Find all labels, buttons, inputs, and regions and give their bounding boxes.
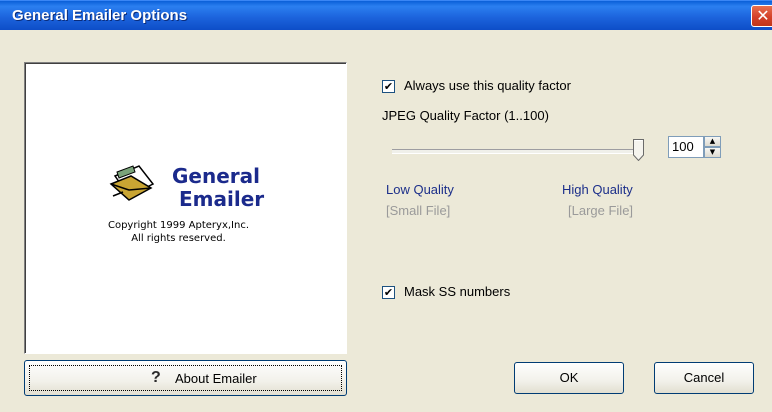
always-quality-checkbox[interactable]: ✔: [382, 80, 395, 93]
quality-value-input[interactable]: 100: [668, 136, 704, 158]
check-icon: ✔: [383, 286, 394, 299]
spin-up-button[interactable]: ▲: [704, 136, 721, 147]
large-file-label: [Large File]: [568, 203, 634, 218]
spin-down-button[interactable]: ▼: [704, 147, 721, 158]
title-bar[interactable]: General Emailer Options ✕: [0, 0, 772, 31]
check-icon: ✔: [383, 80, 394, 93]
help-question-icon: ?: [151, 369, 161, 386]
always-quality-label[interactable]: Always use this quality factor: [404, 78, 571, 93]
mask-ss-label[interactable]: Mask SS numbers: [404, 284, 510, 299]
close-icon: ✕: [756, 6, 770, 25]
rights-text: All rights reserved.: [131, 233, 226, 244]
small-file-label: [Small File]: [386, 203, 451, 218]
quality-slider-thumb[interactable]: [633, 139, 644, 161]
arrow-up-icon: ▲: [709, 137, 716, 145]
logo-text-emailer: Emailer: [179, 187, 265, 211]
logo-text-general: General: [172, 164, 260, 188]
about-button-label: About Emailer: [175, 371, 257, 386]
envelope-icon: [109, 165, 155, 201]
mask-ss-checkbox[interactable]: ✔: [382, 286, 395, 299]
quality-slider-track[interactable]: [392, 149, 644, 154]
arrow-down-icon: ▼: [709, 148, 716, 156]
ok-button[interactable]: OK: [514, 362, 624, 394]
jpeg-quality-label: JPEG Quality Factor (1..100): [382, 108, 549, 123]
close-button[interactable]: ✕: [751, 5, 772, 27]
copyright-text: Copyright 1999 Apteryx,Inc.: [107, 220, 250, 231]
high-quality-label: High Quality: [562, 182, 633, 197]
logo-panel: General Emailer Copyright 1999 Apteryx,I…: [24, 62, 347, 354]
cancel-button[interactable]: Cancel: [654, 362, 754, 394]
about-emailer-button[interactable]: ? About Emailer: [24, 360, 347, 396]
low-quality-label: Low Quality: [386, 182, 454, 197]
window-title: General Emailer Options: [12, 7, 188, 24]
